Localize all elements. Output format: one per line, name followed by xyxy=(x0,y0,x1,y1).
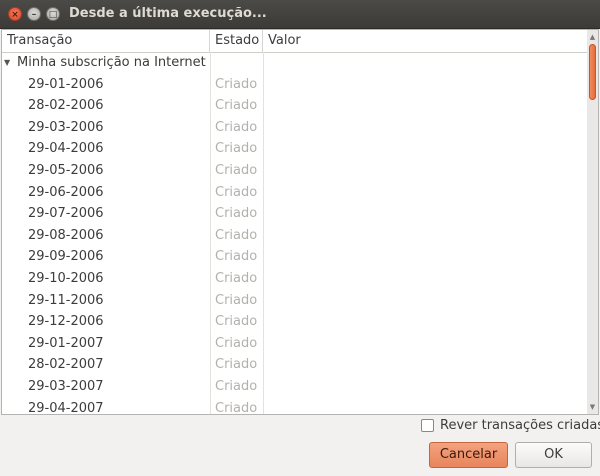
dialog-window: × – □ Desde a última execução... Transaç… xyxy=(0,0,600,476)
transaction-date: 29-11-2006 xyxy=(28,292,104,308)
transaction-status: Criado xyxy=(215,206,258,222)
transaction-status: Criado xyxy=(215,271,258,286)
transaction-value xyxy=(268,268,568,289)
close-icon[interactable]: × xyxy=(8,7,22,21)
transaction-status: Criado xyxy=(215,314,258,330)
transaction-value xyxy=(268,376,568,397)
column-header-valor[interactable]: Valor xyxy=(263,30,587,52)
transaction-value xyxy=(268,225,568,246)
transaction-status: Criado xyxy=(215,76,258,92)
transaction-status: Criado xyxy=(215,141,258,157)
transaction-value xyxy=(268,117,568,138)
transaction-date: 29-01-2007 xyxy=(28,335,104,351)
transaction-status: Criado xyxy=(215,184,258,200)
transaction-date: 29-12-2006 xyxy=(28,314,104,330)
table-row[interactable]: 29-11-2006 Criado xyxy=(2,290,587,312)
title-bar[interactable]: × – □ Desde a última execução... xyxy=(0,0,600,29)
transaction-value xyxy=(268,95,568,116)
table-row[interactable]: 29-04-2006 Criado xyxy=(2,138,587,160)
review-checkbox-label[interactable]: Rever transações criadas xyxy=(440,418,600,434)
vertical-scrollbar[interactable]: ▲ ▼ xyxy=(587,30,598,414)
transaction-date: 29-04-2007 xyxy=(28,400,104,415)
transaction-value xyxy=(268,333,568,354)
scroll-up-arrow-icon[interactable]: ▲ xyxy=(587,31,598,43)
transaction-status: Criado xyxy=(215,98,258,114)
parent-transaction-label: Minha subscrição na Internet xyxy=(17,55,206,70)
transaction-date: 29-10-2006 xyxy=(28,271,104,286)
transaction-date: 29-09-2006 xyxy=(28,249,104,265)
table-row[interactable]: 29-09-2006 Criado xyxy=(2,246,587,268)
review-checkbox[interactable] xyxy=(421,419,434,432)
table-row[interactable]: 28-02-2006 Criado xyxy=(2,95,587,117)
table-row[interactable]: 29-01-2007 Criado xyxy=(2,333,587,355)
transaction-value xyxy=(268,160,568,181)
transaction-date: 29-01-2006 xyxy=(28,76,104,92)
maximize-icon[interactable]: □ xyxy=(46,7,60,21)
table-row[interactable]: 29-03-2007 Criado xyxy=(2,376,587,398)
transaction-value xyxy=(268,246,568,267)
transaction-date: 29-06-2006 xyxy=(28,184,104,200)
transaction-value xyxy=(268,74,568,95)
transaction-status: Criado xyxy=(215,357,258,373)
column-header-transacao[interactable]: Transação xyxy=(2,30,210,52)
transaction-value xyxy=(268,138,568,159)
transaction-value xyxy=(268,203,568,224)
table-row[interactable]: 29-12-2006 Criado xyxy=(2,311,587,333)
transaction-date: 29-03-2007 xyxy=(28,379,104,394)
transaction-status: Criado xyxy=(215,227,258,243)
table-row[interactable]: 29-07-2006 Criado xyxy=(2,203,587,225)
transaction-date: 29-03-2006 xyxy=(28,119,104,135)
table-row[interactable]: 29-08-2006 Criado xyxy=(2,225,587,247)
scrollbar-thumb[interactable] xyxy=(589,44,596,100)
transaction-date: 28-02-2006 xyxy=(28,98,104,114)
minimize-icon[interactable]: – xyxy=(27,7,41,21)
transactions-tree[interactable]: Transação Estado Valor ▼ Minha subscriçã… xyxy=(1,29,599,415)
transaction-value xyxy=(268,354,568,375)
transaction-status: Criado xyxy=(215,119,258,135)
scroll-down-arrow-icon[interactable]: ▼ xyxy=(587,401,598,413)
table-row[interactable]: 29-04-2007 Criado xyxy=(2,398,587,415)
table-row[interactable]: 28-02-2007 Criado xyxy=(2,354,587,376)
ok-button[interactable]: OK xyxy=(515,442,592,468)
transaction-status: Criado xyxy=(215,379,258,394)
transaction-date: 29-07-2006 xyxy=(28,206,104,222)
transaction-status: Criado xyxy=(215,249,258,265)
transaction-date: 28-02-2007 xyxy=(28,357,104,373)
transaction-status: Criado xyxy=(215,335,258,351)
tree-header: Transação Estado Valor xyxy=(2,30,587,53)
transaction-value xyxy=(268,290,568,311)
table-row[interactable]: 29-05-2006 Criado xyxy=(2,160,587,182)
transaction-date: 29-08-2006 xyxy=(28,227,104,243)
transaction-value xyxy=(268,182,568,203)
expander-arrow-icon[interactable]: ▼ xyxy=(4,52,14,73)
tree-rows: ▼ Minha subscrição na Internet 29-01-200… xyxy=(2,52,587,415)
column-header-estado[interactable]: Estado xyxy=(210,30,263,52)
transaction-status: Criado xyxy=(215,292,258,308)
transaction-value xyxy=(268,311,568,332)
tree-parent-row[interactable]: ▼ Minha subscrição na Internet xyxy=(2,52,587,74)
window-title: Desde a última execução... xyxy=(69,6,267,21)
transaction-status: Criado xyxy=(215,163,258,178)
table-row[interactable]: 29-10-2006 Criado xyxy=(2,268,587,290)
table-row[interactable]: 29-06-2006 Criado xyxy=(2,182,587,204)
transaction-date: 29-04-2006 xyxy=(28,141,104,157)
transaction-value xyxy=(268,398,568,414)
transaction-status: Criado xyxy=(215,400,258,415)
table-row[interactable]: 29-01-2006 Criado xyxy=(2,74,587,96)
cancel-button[interactable]: Cancelar xyxy=(429,442,508,468)
table-row[interactable]: 29-03-2006 Criado xyxy=(2,117,587,139)
transaction-date: 29-05-2006 xyxy=(28,163,104,178)
